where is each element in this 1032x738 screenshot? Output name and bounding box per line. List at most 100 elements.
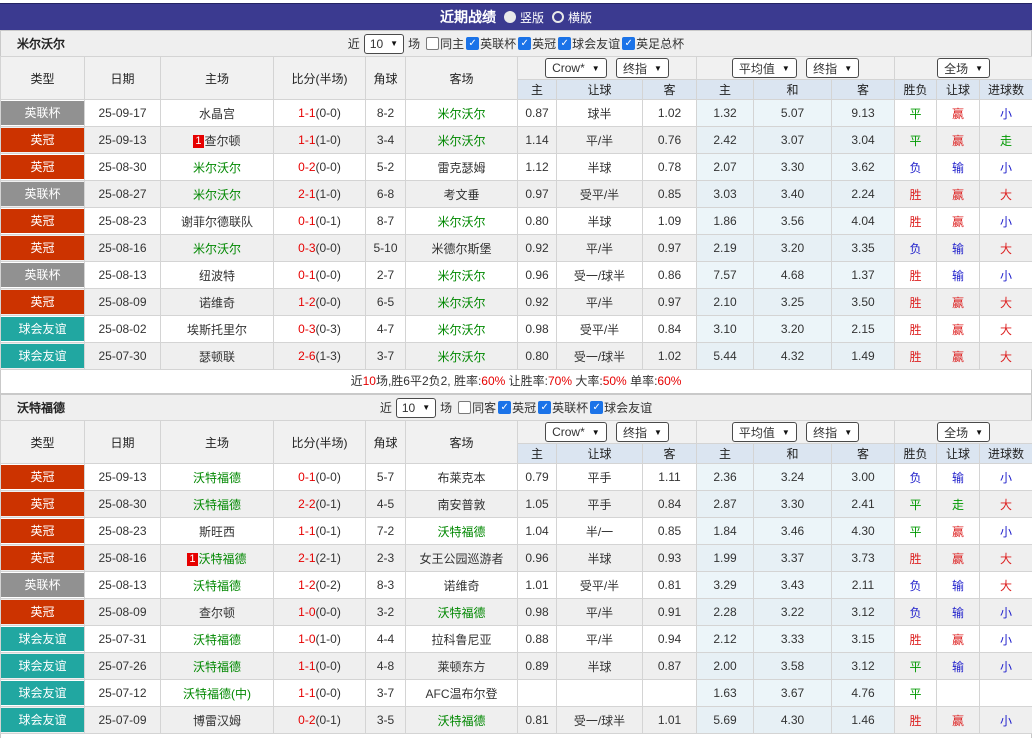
odds-time-select[interactable]: 终指 ▼ bbox=[616, 58, 669, 78]
corners: 5-7 bbox=[365, 463, 406, 491]
home-team-name: 瑟顿联 bbox=[198, 349, 235, 364]
league-filter-英足总杯[interactable]: ✓ 英足总杯 bbox=[620, 35, 684, 52]
result-handicap: 赢 bbox=[936, 342, 981, 370]
league-filter-球会友谊[interactable]: ✓ 球会友谊 bbox=[556, 35, 620, 52]
league-type-cell: 英冠 bbox=[0, 234, 85, 262]
chevron-down-icon: ▼ bbox=[591, 63, 600, 73]
same-venue-filter[interactable]: 同主 bbox=[424, 35, 464, 52]
radio-selected-icon[interactable] bbox=[503, 11, 516, 23]
league-filter-英冠[interactable]: ✓ 英冠 bbox=[496, 399, 536, 416]
handicap: 平/半 bbox=[556, 598, 643, 626]
avg-source-group: 平均值 ▼ 终指 ▼ bbox=[695, 420, 896, 444]
league-type-cell: 英冠 bbox=[0, 517, 85, 545]
checkbox-checked-icon[interactable]: ✓ bbox=[558, 37, 572, 51]
avg-away: 3.00 bbox=[830, 463, 896, 491]
home-team: 纽波特 bbox=[160, 261, 274, 289]
fulltime-score: 1-1 bbox=[298, 133, 316, 147]
col-result-wdl: 胜负 bbox=[894, 79, 938, 100]
layout-vertical-label: 竖版 bbox=[519, 10, 544, 25]
col-result-handicap: 让球 bbox=[936, 79, 981, 100]
avg-draw: 3.30 bbox=[753, 490, 832, 518]
avg-away: 2.15 bbox=[830, 315, 896, 343]
away-team: 米尔沃尔 bbox=[405, 261, 518, 289]
team-name: 沃特福德 bbox=[17, 401, 66, 415]
odds-home: 0.98 bbox=[517, 315, 557, 343]
handicap: 受平/半 bbox=[556, 315, 643, 343]
avg-select[interactable]: 平均值 ▼ bbox=[731, 422, 797, 442]
odds-away: 1.02 bbox=[642, 342, 697, 370]
match-count-select[interactable]: 10 ▼ bbox=[395, 397, 437, 418]
result-goals: 小 bbox=[979, 207, 1032, 235]
odds-company-select[interactable]: Crow* ▼ bbox=[545, 58, 607, 78]
same-venue-filter[interactable]: 同客 bbox=[456, 399, 496, 416]
result-goals: 大 bbox=[979, 490, 1032, 518]
home-team: 沃特福德 bbox=[160, 652, 274, 680]
halftime-score: (0-0) bbox=[315, 268, 341, 282]
avg-time-select[interactable]: 终指 ▼ bbox=[806, 58, 860, 78]
odds-company-select[interactable]: Crow* ▼ bbox=[545, 422, 607, 442]
odds-away: 0.93 bbox=[642, 544, 697, 572]
summary-segment: 近 bbox=[350, 374, 363, 388]
result-goals: 小 bbox=[979, 652, 1032, 680]
away-team: 考文垂 bbox=[405, 180, 518, 208]
away-team: 拉科鲁尼亚 bbox=[405, 625, 518, 653]
avg-select[interactable]: 平均值 ▼ bbox=[731, 58, 797, 78]
avg-draw: 3.22 bbox=[753, 598, 832, 626]
odds-home: 0.87 bbox=[517, 99, 557, 127]
odds-time-select[interactable]: 终指 ▼ bbox=[616, 422, 669, 442]
layout-option-horizontal[interactable]: 横版 bbox=[552, 9, 592, 26]
match-date: 25-09-13 bbox=[84, 126, 161, 154]
league-filter-英联杯[interactable]: ✓ 英联杯 bbox=[464, 35, 516, 52]
result-wdl: 胜 bbox=[894, 180, 938, 208]
avg-home: 1.32 bbox=[696, 99, 754, 127]
result-goals: 小 bbox=[979, 625, 1032, 653]
checkbox-checked-icon[interactable]: ✓ bbox=[622, 37, 636, 51]
halftime-score: (0-0) bbox=[315, 295, 341, 309]
matches-label: 场 bbox=[440, 401, 453, 415]
away-team-name: 女王公园巡游者 bbox=[419, 551, 504, 566]
league-type-badge: 英冠 bbox=[1, 492, 84, 516]
radio-unselected-icon[interactable] bbox=[552, 11, 564, 23]
result-wdl: 胜 bbox=[894, 625, 938, 653]
checkbox-checked-icon[interactable]: ✓ bbox=[518, 37, 532, 51]
result-handicap: 赢 bbox=[936, 706, 981, 734]
checkbox-checked-icon[interactable]: ✓ bbox=[498, 401, 512, 415]
match-tbody: 英冠 25-09-13 沃特福德 0-1(0-0) 5-7 布莱克本 0.79 平手 1.11 2… bbox=[0, 463, 1032, 734]
league-filter-英联杯[interactable]: ✓ 英联杯 bbox=[536, 399, 588, 416]
col-corner: 角球 bbox=[365, 420, 406, 464]
checkbox-unchecked-icon[interactable] bbox=[426, 37, 440, 50]
league-filter-label: 球会友谊 bbox=[572, 37, 621, 52]
col-type: 类型 bbox=[0, 56, 85, 100]
layout-option-vertical[interactable]: 竖版 bbox=[503, 9, 544, 26]
avg-home: 2.87 bbox=[696, 490, 754, 518]
home-team-name: 博雷汉姆 bbox=[192, 713, 241, 728]
away-team: 莱顿东方 bbox=[405, 652, 518, 680]
match-date: 25-08-27 bbox=[84, 180, 161, 208]
corners: 5-10 bbox=[365, 234, 406, 262]
league-filter-球会友谊[interactable]: ✓ 球会友谊 bbox=[588, 399, 652, 416]
match-count-select[interactable]: 10 ▼ bbox=[363, 33, 405, 54]
odds-away: 1.11 bbox=[642, 463, 697, 491]
league-filter-英冠[interactable]: ✓ 英冠 bbox=[516, 35, 556, 52]
fulltime-select[interactable]: 全场 ▼ bbox=[937, 422, 990, 442]
handicap: 平/半 bbox=[556, 234, 643, 262]
checkbox-checked-icon[interactable]: ✓ bbox=[590, 401, 604, 415]
col-avg-home: 主 bbox=[696, 79, 754, 100]
score-cell: 2-6(1-3) bbox=[273, 342, 366, 370]
match-row: 英冠 25-08-09 诺维奇 1-2(0-0) 6-5 米尔沃尔 0.92 平/半 0.97 2… bbox=[0, 288, 1032, 316]
away-team-name: 沃特福德 bbox=[437, 524, 486, 539]
score-cell: 1-0(0-0) bbox=[273, 598, 366, 626]
checkbox-checked-icon[interactable]: ✓ bbox=[466, 37, 480, 51]
result-handicap: 赢 bbox=[936, 288, 981, 316]
match-row: 英联杯 25-08-13 沃特福德 1-2(0-2) 8-3 诺维奇 1.01 受平/半 0.8… bbox=[0, 571, 1032, 599]
match-row: 英联杯 25-09-17 水晶宫 1-1(0-0) 8-2 米尔沃尔 0.87 球半 1.02 1… bbox=[0, 99, 1032, 127]
away-team-name: 诺维奇 bbox=[443, 578, 480, 593]
avg-time-select[interactable]: 终指 ▼ bbox=[806, 422, 860, 442]
checkbox-unchecked-icon[interactable] bbox=[458, 401, 472, 414]
league-type-cell: 英冠 bbox=[0, 490, 85, 518]
checkbox-checked-icon[interactable]: ✓ bbox=[538, 401, 552, 415]
away-team: 南安普敦 bbox=[405, 490, 518, 518]
result-wdl: 平 bbox=[894, 490, 938, 518]
fulltime-select[interactable]: 全场 ▼ bbox=[937, 58, 990, 78]
fulltime-score: 1-0 bbox=[298, 632, 316, 646]
